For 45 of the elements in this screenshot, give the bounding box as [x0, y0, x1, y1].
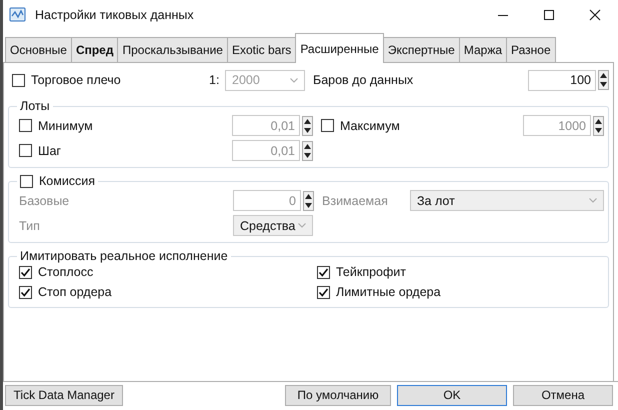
field-label: Базовые: [19, 194, 70, 208]
checkbox-label: Шаг: [38, 144, 62, 158]
checkbox[interactable]: [317, 286, 330, 298]
tick-data-manager-button[interactable]: Tick Data Manager: [5, 384, 123, 406]
checkbox-label: Максимум: [340, 118, 400, 132]
checkbox-label: Тейкпрофит: [336, 265, 406, 279]
ratio-prefix: 1:: [209, 73, 220, 87]
tab[interactable]: Проскальзывание: [117, 37, 228, 62]
checkbox-label: Торговое плечо: [31, 73, 122, 87]
spinner-control[interactable]: [303, 190, 314, 210]
spinner-control[interactable]: [302, 140, 313, 160]
maximize-icon[interactable]: [543, 9, 555, 21]
chart-icon: [9, 7, 27, 23]
checkbox-label: Стоплосс: [38, 265, 94, 279]
number-field[interactable]: 100: [528, 70, 596, 90]
cancel-button[interactable]: Отмена: [513, 384, 613, 406]
checkbox-label: Комиссия: [39, 174, 96, 188]
spinner-control[interactable]: [598, 70, 609, 90]
spinner-control[interactable]: [302, 116, 313, 136]
checkbox-label: Стоп ордера: [38, 285, 112, 299]
checkbox[interactable]: [19, 266, 32, 278]
tab[interactable]: Разное: [506, 37, 556, 62]
chevron-icon: [589, 198, 597, 203]
default-button[interactable]: По умолчанию: [285, 384, 391, 406]
chevron-icon: [290, 78, 298, 82]
tab[interactable]: Экспертные: [382, 37, 460, 62]
tab[interactable]: Маржа: [458, 37, 508, 62]
field-label: Баров до данных: [313, 73, 414, 87]
checkbox[interactable]: [317, 266, 330, 278]
checkbox-label: Минимум: [38, 118, 94, 132]
field-label: Взимаемая: [322, 194, 389, 208]
group-title: Лоты: [20, 99, 50, 113]
group-title: Имитировать реальное исполнение: [20, 249, 228, 263]
checkbox-label: Лимитные ордера: [336, 285, 441, 299]
tab[interactable]: Спред: [70, 37, 118, 62]
close-icon[interactable]: [589, 9, 601, 21]
chevron-icon: [298, 223, 306, 228]
window-title: Настройки тиковых данных: [35, 8, 194, 22]
tab[interactable]: Основные: [5, 37, 72, 62]
tab[interactable]: Расширенные: [295, 33, 384, 63]
checkbox[interactable]: [19, 286, 32, 298]
tab[interactable]: Exotic bars: [226, 37, 296, 62]
field-label: Тип: [19, 218, 41, 232]
spinner-control[interactable]: [593, 116, 604, 136]
ok-button[interactable]: OK: [397, 384, 507, 406]
